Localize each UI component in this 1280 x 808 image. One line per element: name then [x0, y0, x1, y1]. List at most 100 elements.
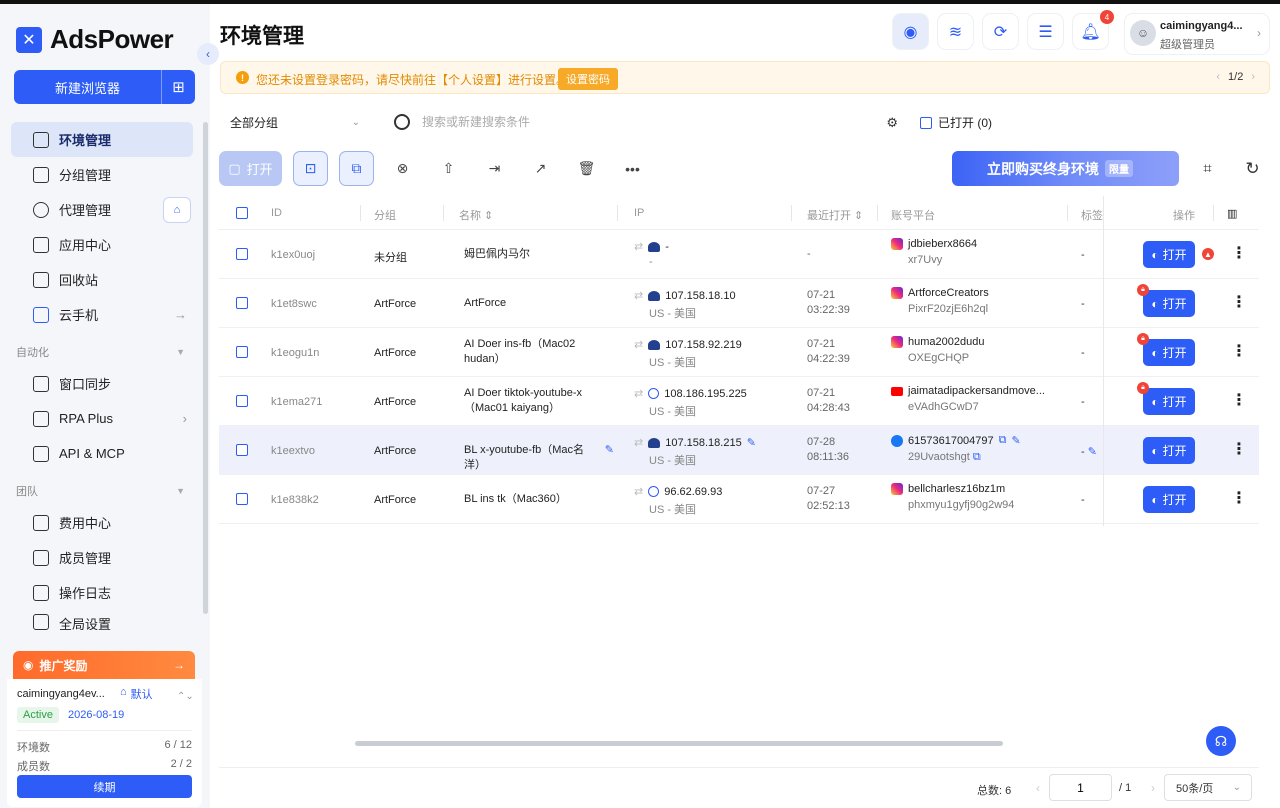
- more-actions-icon[interactable]: ⋮: [1231, 341, 1247, 361]
- collapse-sidebar-icon[interactable]: ‹: [197, 43, 219, 65]
- env-tag[interactable]: -: [1081, 494, 1085, 506]
- import-icon[interactable]: ⇥: [477, 151, 512, 186]
- swap-icon[interactable]: ⇄: [634, 338, 643, 351]
- chevron-left-icon[interactable]: ‹: [1036, 781, 1040, 795]
- set-password-button[interactable]: 设置密码: [558, 68, 618, 90]
- task-list-icon[interactable]: ☰: [1028, 14, 1063, 49]
- row-checkbox[interactable]: [236, 297, 248, 312]
- proxy-shop-icon[interactable]: ⌂: [163, 196, 191, 223]
- app-logo[interactable]: ✕ AdsPower: [16, 24, 174, 55]
- col-account-platform[interactable]: 账号平台: [891, 207, 935, 223]
- section-team[interactable]: 团队 ▼: [11, 477, 193, 505]
- opened-only-checkbox[interactable]: 已打开 (0): [920, 114, 992, 131]
- sidebar-item-group-management[interactable]: 分组管理: [11, 157, 193, 192]
- close-circle-icon[interactable]: ⊗: [385, 151, 420, 186]
- sidebar-item-recycle-bin[interactable]: 回收站: [11, 262, 193, 297]
- customer-support-icon[interactable]: ☊: [1206, 726, 1236, 756]
- col-last-opened[interactable]: 最近打开 ⇕: [807, 207, 863, 223]
- more-actions-icon[interactable]: ⋮: [1231, 292, 1247, 312]
- sidebar-item-proxy-management[interactable]: 代理管理 ⌂: [11, 192, 193, 227]
- sidebar-item-cloud-phone[interactable]: 云手机 →: [11, 297, 193, 332]
- switch-account-icon[interactable]: ⌃⌄: [177, 691, 194, 702]
- page-number-input[interactable]: [1049, 774, 1112, 801]
- rpa-icon[interactable]: ⊡: [293, 151, 328, 186]
- select-all-checkbox[interactable]: [236, 207, 248, 222]
- filter-settings-icon[interactable]: ⚙: [886, 115, 898, 131]
- env-tag[interactable]: -: [1081, 249, 1085, 261]
- open-env-button[interactable]: ◐ 打开 ▲: [1143, 241, 1214, 268]
- env-tag[interactable]: - ✎: [1081, 445, 1097, 458]
- row-checkbox[interactable]: [236, 346, 248, 361]
- edit-icon[interactable]: ✎: [1088, 446, 1097, 458]
- edit-icon[interactable]: ✎: [1012, 434, 1021, 447]
- wifi-icon[interactable]: ≋: [938, 14, 973, 49]
- upload-cloud-icon[interactable]: ⟳: [983, 14, 1018, 49]
- account-name[interactable]: caimingyang4ev...: [17, 688, 105, 700]
- open-selected-button[interactable]: ▢ 打开: [219, 151, 282, 186]
- col-ip[interactable]: IP: [634, 207, 644, 219]
- open-env-button[interactable]: 🔒︎ ◐ 打开: [1137, 284, 1195, 317]
- open-env-button[interactable]: 🔒︎ ◐ 打开: [1137, 333, 1195, 366]
- col-group[interactable]: 分组: [374, 207, 396, 223]
- bell-icon[interactable]: 🔔︎ 4: [1073, 10, 1114, 49]
- sidebar-item-rpa-plus[interactable]: RPA Plus ›: [11, 401, 193, 436]
- env-name[interactable]: AI Doer tiktok-youtube-x（Mac01 kaiyang）: [459, 386, 614, 416]
- kernel-icon[interactable]: ◉: [893, 14, 928, 49]
- sidebar-item-api-mcp[interactable]: API & MCP: [11, 436, 193, 471]
- col-tag[interactable]: 标签: [1081, 207, 1103, 223]
- share-icon[interactable]: ↗: [523, 151, 558, 186]
- open-env-button[interactable]: ◐ 打开: [1143, 486, 1195, 513]
- open-env-button[interactable]: 🔒︎ ◐ 打开: [1137, 382, 1195, 415]
- buy-lifetime-banner[interactable]: 立即购买终身环境 限量: [952, 151, 1179, 186]
- more-actions-icon[interactable]: ⋮: [1231, 439, 1247, 459]
- env-name[interactable]: BL ins tk（Mac360）: [459, 492, 567, 507]
- group-filter-select[interactable]: 全部分组 ⌄: [219, 105, 372, 139]
- copy-icon[interactable]: ⧉: [973, 451, 981, 463]
- sidebar-item-billing[interactable]: 费用中心: [11, 505, 193, 540]
- search-input[interactable]: [422, 105, 862, 139]
- col-id[interactable]: ID: [271, 207, 282, 219]
- more-actions-icon[interactable]: ⋮: [1231, 243, 1247, 263]
- upload-icon[interactable]: ⇧: [431, 151, 466, 186]
- chevron-left-icon[interactable]: ‹: [1216, 71, 1220, 83]
- section-automation[interactable]: 自动化 ▼: [11, 338, 193, 366]
- swap-icon[interactable]: ⇄: [634, 436, 643, 449]
- more-actions-icon[interactable]: ⋮: [1231, 390, 1247, 410]
- checkbox[interactable]: [920, 116, 932, 129]
- more-actions-icon[interactable]: ⋮: [1231, 488, 1247, 508]
- warning-icon[interactable]: ▲: [1202, 248, 1214, 260]
- chevron-right-icon[interactable]: ›: [1151, 781, 1155, 795]
- batch-add-icon[interactable]: ⊞: [161, 70, 195, 104]
- env-name[interactable]: BL x-youtube-fb（Mac名洋） ✎: [459, 443, 614, 473]
- sidebar-scrollbar[interactable]: [203, 122, 208, 614]
- env-name[interactable]: 姆巴佩内马尔: [459, 247, 530, 262]
- sidebar-item-env-management[interactable]: 环境管理: [11, 122, 193, 157]
- column-settings-icon[interactable]: ▥: [1227, 207, 1237, 220]
- page-size-select[interactable]: 50条/页 ⌄: [1164, 774, 1252, 801]
- tag-icon[interactable]: ⌗: [1190, 151, 1225, 186]
- sidebar-item-members[interactable]: 成员管理: [11, 540, 193, 575]
- env-tag[interactable]: -: [1081, 347, 1085, 359]
- swap-icon[interactable]: ⇄: [634, 240, 643, 253]
- row-checkbox[interactable]: [236, 248, 248, 263]
- renew-button[interactable]: 续期: [17, 775, 192, 798]
- edit-icon[interactable]: ✎: [605, 443, 614, 473]
- env-tag[interactable]: -: [1081, 298, 1085, 310]
- user-menu[interactable]: ☺ caimingyang4... 超级管理员 ›: [1125, 14, 1269, 54]
- open-env-button[interactable]: ◐ 打开: [1143, 437, 1195, 464]
- chevron-right-icon[interactable]: ›: [1251, 71, 1255, 83]
- env-name[interactable]: ArtForce: [459, 296, 506, 311]
- edit-icon[interactable]: ✎: [747, 436, 756, 449]
- row-checkbox[interactable]: [236, 493, 248, 508]
- promo-reward-banner[interactable]: ◉ 推广奖励 →: [13, 651, 195, 679]
- swap-icon[interactable]: ⇄: [634, 485, 643, 498]
- row-checkbox[interactable]: [236, 395, 248, 410]
- env-name[interactable]: AI Doer ins-fb（Mac02 hudan）: [459, 337, 614, 367]
- sidebar-item-window-sync[interactable]: 窗口同步: [11, 366, 193, 401]
- sync-windows-icon[interactable]: ⧉: [339, 151, 374, 186]
- col-name[interactable]: 名称 ⇕: [459, 207, 493, 223]
- row-checkbox[interactable]: [236, 444, 248, 459]
- sidebar-item-app-center[interactable]: 应用中心: [11, 227, 193, 262]
- horizontal-scrollbar[interactable]: [355, 741, 1003, 746]
- swap-icon[interactable]: ⇄: [634, 289, 643, 302]
